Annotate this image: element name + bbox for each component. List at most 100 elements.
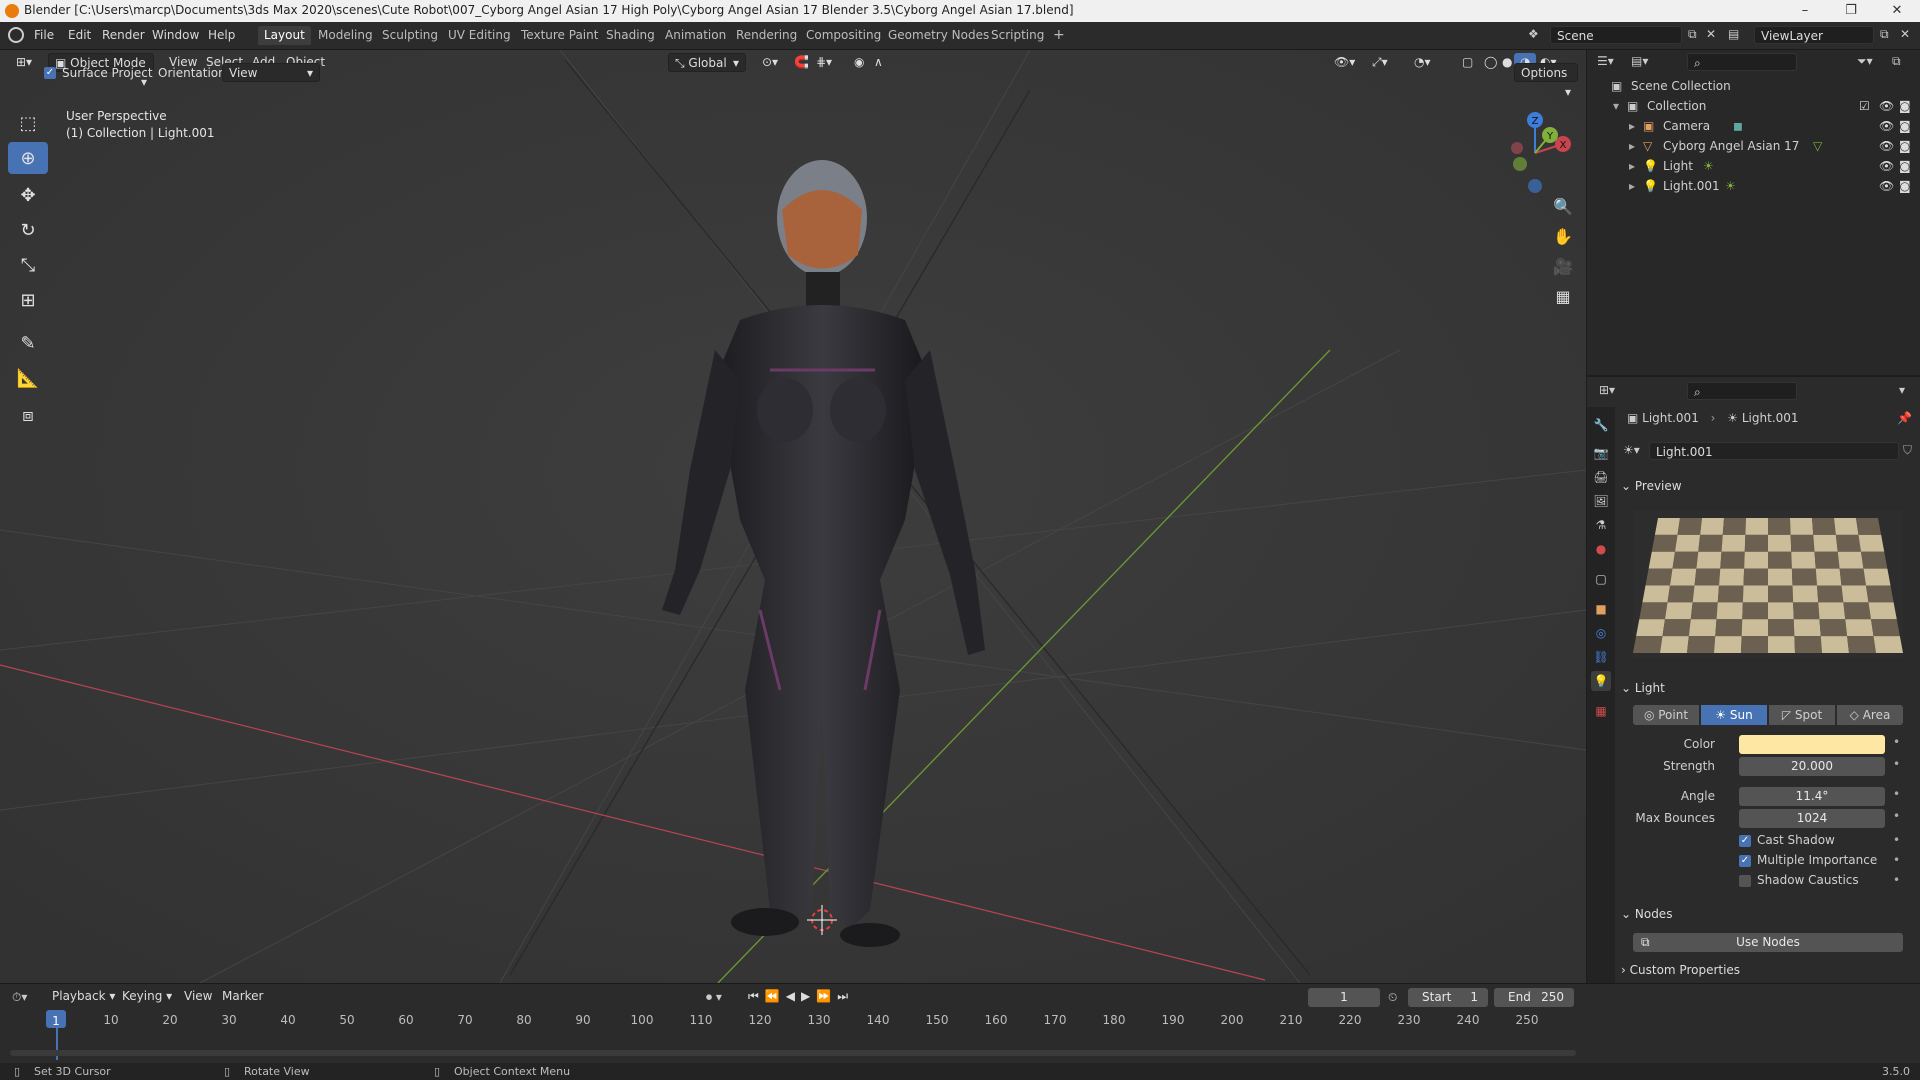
chevron-right-icon[interactable]: ▸ <box>1629 116 1635 136</box>
eye-icon[interactable]: 👁 <box>1879 176 1894 196</box>
camera-render-icon[interactable]: ◙ <box>1899 136 1911 156</box>
delete-view-layer-icon[interactable]: ✕ <box>1900 27 1910 41</box>
shadow-caustics-checkbox[interactable] <box>1739 875 1751 887</box>
render-tab-icon[interactable]: 📷 <box>1591 443 1611 463</box>
keyframe-dot-icon[interactable]: • <box>1893 787 1900 801</box>
tab-texture-paint[interactable]: Texture Paint <box>515 26 604 45</box>
pivot-point-icon[interactable]: ⊙▾ <box>756 53 784 72</box>
menu-edit[interactable]: Edit <box>68 28 91 42</box>
minimize-button[interactable]: – <box>1782 0 1828 22</box>
camera-render-icon[interactable]: ◙ <box>1899 96 1911 116</box>
navigation-gizmo[interactable]: Z X Y <box>1490 108 1580 198</box>
perspective-grid-icon[interactable]: ▦ <box>1549 282 1577 310</box>
pin-icon[interactable]: 📌 <box>1897 411 1912 425</box>
view-layer-field[interactable]: ViewLayer <box>1754 26 1874 44</box>
orientation-dropdown[interactable]: View ▾ <box>222 63 320 82</box>
keyframe-dot-icon[interactable]: • <box>1893 873 1900 887</box>
tab-compositing[interactable]: Compositing <box>800 26 887 45</box>
mesh-data-icon[interactable]: ▽ <box>1813 136 1822 156</box>
camera-render-icon[interactable]: ◙ <box>1899 116 1911 136</box>
collection-tab-icon[interactable]: ▢ <box>1591 569 1611 589</box>
world-tab-icon[interactable]: ● <box>1591 539 1611 559</box>
output-tab-icon[interactable]: 🖨 <box>1591 467 1611 487</box>
keyframe-dot-icon[interactable]: • <box>1893 809 1900 823</box>
display-mode-icon[interactable]: ▤▾ <box>1631 54 1648 68</box>
eye-icon[interactable]: 👁 <box>1879 116 1894 136</box>
camera-data-icon[interactable]: ◼ <box>1733 116 1743 136</box>
delete-scene-icon[interactable]: ✕ <box>1706 27 1716 41</box>
scale-tool-icon[interactable]: ⤡ <box>8 249 48 281</box>
gizmo-toggle-icon[interactable]: ⤢▾ <box>1366 53 1394 72</box>
fake-user-shield-icon[interactable]: ⛉ <box>1903 443 1912 458</box>
xray-icon[interactable]: ▢ <box>1456 53 1479 72</box>
close-button[interactable]: ✕ <box>1874 0 1920 22</box>
new-scene-icon[interactable]: ⧉ <box>1688 27 1697 42</box>
keyframe-dot-icon[interactable]: • <box>1893 833 1900 847</box>
chevron-right-icon[interactable]: ▸ <box>1629 156 1635 176</box>
outliner-search-input[interactable]: ⌕ <box>1687 53 1797 71</box>
add-cube-tool-icon[interactable]: ⧈ <box>8 399 48 431</box>
blender-menu-icon[interactable] <box>8 27 24 43</box>
menu-file[interactable]: File <box>34 28 54 42</box>
new-collection-icon[interactable]: ⧉ <box>1892 54 1901 69</box>
zoom-icon[interactable]: 🔍 <box>1549 192 1577 220</box>
tab-geometry-nodes[interactable]: Geometry Nodes <box>882 26 995 45</box>
transform-orientation-dropdown[interactable]: ⤡ Global ▾ <box>668 53 746 72</box>
measure-tool-icon[interactable]: 📐 <box>8 362 48 394</box>
chevron-down-icon[interactable]: ▾ <box>1613 96 1619 116</box>
tab-uv-editing[interactable]: UV Editing <box>442 26 517 45</box>
new-view-layer-icon[interactable]: ⧉ <box>1880 27 1889 42</box>
light-data-icon[interactable]: ☀ <box>1725 176 1736 196</box>
transform-tool-icon[interactable]: ⊞ <box>8 284 48 316</box>
tab-animation[interactable]: Animation <box>659 26 732 45</box>
angle-field[interactable]: 11.4° <box>1739 787 1885 806</box>
tab-sculpting[interactable]: Sculpting <box>376 26 444 45</box>
constraints-tab-icon[interactable]: ⛓ <box>1591 647 1611 667</box>
view-layer-tab-icon[interactable]: 🖼 <box>1591 491 1611 511</box>
options-dropdown[interactable]: Options ▾ <box>1514 63 1578 99</box>
outliner-row-camera[interactable]: ▸ ▣ Camera ◼ 👁 ◙ <box>1587 116 1920 136</box>
timeline-scrollbar[interactable] <box>10 1050 1576 1056</box>
eye-icon[interactable]: 👁 <box>1879 136 1894 156</box>
max-bounces-field[interactable]: 1024 <box>1739 809 1885 828</box>
keyframe-dot-icon[interactable]: • <box>1893 735 1900 749</box>
camera-view-icon[interactable]: 🎥 <box>1549 252 1577 280</box>
surface-project-checkbox[interactable]: ✓ <box>44 67 56 79</box>
use-nodes-button[interactable]: ⧉ Use Nodes <box>1633 933 1903 952</box>
outliner-row-light[interactable]: ▸ 💡 Light ☀ 👁 ◙ <box>1587 156 1920 176</box>
scene-tab-icon[interactable]: ⚗ <box>1591 515 1611 535</box>
custom-properties-panel-header[interactable]: › Custom Properties <box>1621 959 1911 981</box>
physics-tab-icon[interactable]: ◎ <box>1591 623 1611 643</box>
chevron-right-icon[interactable]: ▸ <box>1629 136 1635 156</box>
light-type-sun[interactable]: ☀ Sun <box>1701 705 1767 725</box>
light-datablock-field[interactable]: Light.001 <box>1649 442 1899 460</box>
strength-field[interactable]: 20.000 <box>1739 757 1885 776</box>
include-checkbox-icon[interactable]: ☑ <box>1859 96 1870 116</box>
light-data-icon[interactable]: ☀ <box>1703 156 1714 176</box>
overlay-toggle-icon[interactable]: ◔▾ <box>1408 53 1437 72</box>
light-type-spot[interactable]: ◸ Spot <box>1769 705 1835 725</box>
tool-tab-icon[interactable]: 🔧 <box>1591 415 1611 435</box>
multiple-importance-checkbox[interactable]: ✓ <box>1739 855 1751 867</box>
snap-target-icon[interactable]: ⋕▾ <box>810 53 838 72</box>
add-workspace-button[interactable]: + <box>1047 26 1071 45</box>
chevron-right-icon[interactable]: ▸ <box>1629 176 1635 196</box>
scene-name-field[interactable]: Scene <box>1550 26 1682 44</box>
outliner-row-scene-collection[interactable]: ▣ Scene Collection <box>1587 76 1920 96</box>
color-swatch[interactable] <box>1739 735 1885 754</box>
annotate-tool-icon[interactable]: ✎ <box>8 327 48 359</box>
light-data-tab-icon[interactable]: 💡 <box>1591 671 1611 691</box>
preview-panel-header[interactable]: ⌄ Preview <box>1621 475 1911 497</box>
outliner-editor-icon[interactable]: ☰▾ <box>1597 54 1614 68</box>
menu-render[interactable]: Render <box>102 28 145 42</box>
cursor-tool-icon[interactable]: ⊕ <box>8 142 48 174</box>
menu-window[interactable]: Window <box>152 28 199 42</box>
editor-type-icon[interactable]: ⊞▾ <box>10 53 38 72</box>
tab-modeling[interactable]: Modeling <box>312 26 379 45</box>
properties-search-input[interactable]: ⌕ <box>1687 382 1797 400</box>
tab-rendering[interactable]: Rendering <box>730 26 803 45</box>
outliner-row-light-001[interactable]: ▸ 💡 Light.001 ☀ 👁 ◙ <box>1587 176 1920 196</box>
light-browse-icon[interactable]: ☀▾ <box>1623 443 1640 457</box>
outliner-row-collection[interactable]: ▾ ▣ Collection ☑ 👁 ◙ <box>1587 96 1920 116</box>
menu-help[interactable]: Help <box>208 28 235 42</box>
